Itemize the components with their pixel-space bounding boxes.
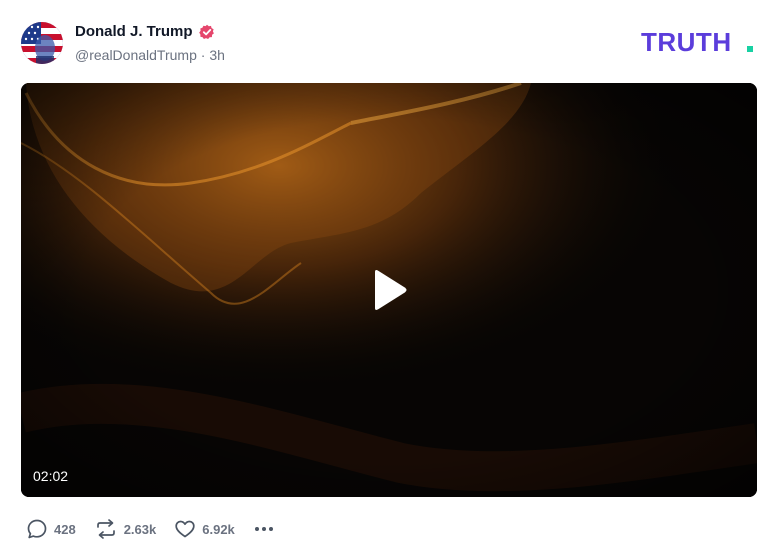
reply-count: 428 [54,521,76,537]
reply-button[interactable]: 428 [26,518,76,540]
handle-row: @realDonaldTrump · 3h [75,47,225,63]
heart-icon [175,520,195,538]
reply-icon [27,519,47,539]
post-time[interactable]: 3h [209,47,225,63]
avatar[interactable] [21,22,63,64]
post-actions: 428 2.63k 6.92k [26,516,275,542]
like-count: 6.92k [202,521,235,537]
more-dots-icon [254,527,273,531]
verified-badge-icon [198,24,215,40]
truth-logo[interactable]: TRUTH [641,27,757,57]
play-icon [375,270,407,310]
logo-text: TRUTH [641,28,732,56]
retruth-button[interactable]: 2.63k [94,518,157,540]
logo-dot [747,46,753,52]
separator: · [200,47,206,63]
retruth-icon [96,519,115,539]
display-name[interactable]: Donald J. Trump [75,23,193,40]
handle[interactable]: @realDonaldTrump [75,47,197,63]
post-header: Donald J. Trump @realDonaldTrump · 3h TR… [21,20,761,66]
video-duration: 02:02 [33,468,69,484]
retruth-count: 2.63k [123,521,157,537]
video-player[interactable]: 02:02 [21,83,757,497]
like-button[interactable]: 6.92k [174,518,235,540]
more-options-button[interactable] [253,518,275,540]
play-button[interactable] [355,251,423,329]
